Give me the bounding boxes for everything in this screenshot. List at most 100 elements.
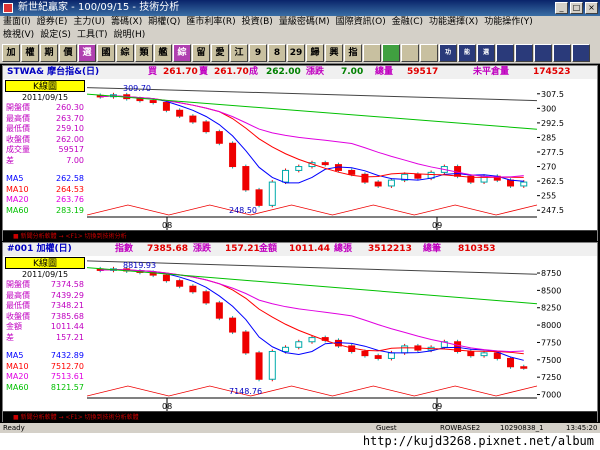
menu-item[interactable]: 主力(U) — [70, 16, 108, 29]
candle-body — [229, 142, 237, 168]
menu-item[interactable]: 量級密碼(M) — [276, 16, 333, 29]
change-value: 157.21 — [225, 244, 260, 254]
close-button[interactable]: × — [585, 2, 598, 14]
info-value: 260.30 — [56, 103, 84, 112]
menu-item[interactable]: 功能操作(Y) — [481, 16, 536, 29]
candlestick-chart[interactable]: 8750 8500 8250 8000 7750 7500 7250 7000 08 09 8819… — [87, 256, 597, 412]
kline-tab[interactable]: K線圖 — [5, 257, 85, 269]
toolbar-button[interactable]: 選 — [477, 43, 495, 62]
candle-body — [268, 181, 276, 206]
change-label: 漲跌 — [306, 67, 325, 77]
axis-background — [537, 256, 597, 412]
menu-item[interactable]: 工具(T) — [74, 29, 111, 42]
toolbar-button[interactable]: 能 — [458, 43, 476, 62]
menu-item[interactable]: 檢視(V) — [0, 29, 37, 42]
symbol-name: #001 加權(日) — [7, 244, 72, 254]
info-value: 7513.61 — [50, 372, 84, 381]
toolbar-button[interactable]: 期 — [40, 43, 58, 62]
candle-body — [480, 352, 488, 357]
toolbar-button[interactable]: 9 — [249, 43, 267, 62]
toolbar-button[interactable]: 愛 — [211, 43, 229, 62]
toolbar-button[interactable]: 類 — [135, 43, 153, 62]
y-tick-label: 255 — [541, 192, 556, 201]
panel-footer: ■ 新聞分析軟體 → <F1> 切換到技術分析 — [3, 230, 597, 241]
info-row: MA10 7512.70 — [3, 362, 87, 373]
info-label: MA5 — [6, 351, 24, 360]
candle-body — [215, 131, 223, 144]
info-label: 開盤價 — [6, 103, 30, 112]
info-value: 263.76 — [56, 195, 84, 204]
menu-item[interactable]: 國際資訊(O) — [333, 16, 389, 29]
toolbar-button[interactable]: 興 — [325, 43, 343, 62]
menu-item[interactable]: 畫面(I) — [0, 16, 34, 29]
info-row: 最低價 7348.21 — [3, 301, 87, 312]
toolbar-button[interactable] — [363, 43, 381, 62]
toolbar-button[interactable]: 江 — [230, 43, 248, 62]
change-value: 7.00 — [341, 67, 364, 77]
info-label: 收盤價 — [6, 134, 30, 144]
menu-item[interactable]: 證券(E) — [34, 16, 71, 29]
toolbar-button[interactable]: 功 — [439, 43, 457, 62]
candle-body — [361, 173, 369, 183]
toolbar-button[interactable]: 歸 — [306, 43, 324, 62]
toolbar-button[interactable]: 8 — [268, 43, 286, 62]
candle-body — [295, 341, 303, 348]
toolbar-button[interactable] — [553, 43, 571, 62]
candle-body — [176, 109, 184, 117]
toolbar-button[interactable]: 29 — [287, 43, 305, 62]
info-row: MA10 264.53 — [3, 185, 87, 196]
toolbar-button[interactable] — [534, 43, 552, 62]
toolbar-button[interactable]: 國 — [97, 43, 115, 62]
menu-item[interactable]: 設定(S) — [37, 29, 74, 42]
info-value: 263.70 — [56, 113, 84, 123]
candle-body — [401, 345, 409, 354]
info-value: 262.58 — [56, 174, 84, 183]
y-tick-label: 270 — [541, 163, 556, 172]
menu-item[interactable]: 期權(Q) — [145, 16, 183, 29]
menu-item[interactable]: 金融(C) — [389, 16, 426, 29]
kline-tab[interactable]: K線圖 — [5, 80, 85, 92]
info-row: MA60 283.19 — [3, 206, 87, 217]
menu-item[interactable]: 投資(B) — [239, 16, 276, 29]
low-label: 248.50 — [229, 206, 257, 215]
info-value: 7348.21 — [50, 301, 84, 310]
toolbar-button[interactable]: 選 — [78, 43, 96, 62]
candle-body — [414, 173, 422, 179]
toolbar-button[interactable]: 綜 — [116, 43, 134, 62]
toolbar-button[interactable] — [382, 43, 400, 62]
toolbar-button[interactable]: 價 — [59, 43, 77, 62]
toolbar-button[interactable]: 留 — [192, 43, 210, 62]
minimize-button[interactable]: _ — [555, 2, 568, 14]
chart-panel-taiex-index: #001 加權(日) 指數 7385.68 漲跌 157.21 金額 1011.… — [2, 242, 598, 422]
status-ready: Ready — [3, 424, 25, 432]
toolbar-button[interactable] — [496, 43, 514, 62]
toolbar-button[interactable]: 加 — [2, 43, 20, 62]
info-row: 成交量 59517 — [3, 145, 87, 156]
y-tick-label: 247.5 — [541, 206, 564, 215]
candle-body — [268, 350, 276, 380]
menu-item[interactable]: 籌碼(X) — [108, 16, 145, 29]
maximize-button[interactable]: □ — [570, 2, 583, 14]
y-tick-label: 277.5 — [541, 148, 564, 157]
info-value: 1011.44 — [50, 322, 84, 331]
menu-item[interactable]: 匯市利率(R) — [183, 16, 238, 29]
menu-item[interactable]: 功能選擇(X) — [426, 16, 481, 29]
toolbar-button[interactable]: 指 — [344, 43, 362, 62]
toolbar-button[interactable] — [515, 43, 533, 62]
candle-body — [507, 357, 515, 368]
candle-body — [295, 166, 303, 171]
info-label: MA60 — [6, 205, 29, 215]
toolbar-button[interactable]: 艦 — [154, 43, 172, 62]
toolbar-button[interactable] — [420, 43, 438, 62]
quote-date: 2011/09/15 — [21, 270, 69, 279]
toolbar-button[interactable] — [572, 43, 590, 62]
candlestick-chart[interactable]: 307.5 300 292.5 285 277.5 270 262.5 255 247.5 08 0… — [87, 79, 597, 231]
toolbar-button[interactable] — [401, 43, 419, 62]
info-value: 262.00 — [56, 134, 84, 144]
window-title: 新世紀贏家 - 100/09/15 - 技術分析 — [18, 2, 180, 13]
candle-body — [229, 317, 237, 333]
toolbar-button[interactable]: 權 — [21, 43, 39, 62]
status-server: ROWBASE2 — [440, 424, 481, 432]
toolbar-button[interactable]: 綜 — [173, 43, 191, 62]
menu-item[interactable]: 說明(H) — [110, 29, 148, 42]
